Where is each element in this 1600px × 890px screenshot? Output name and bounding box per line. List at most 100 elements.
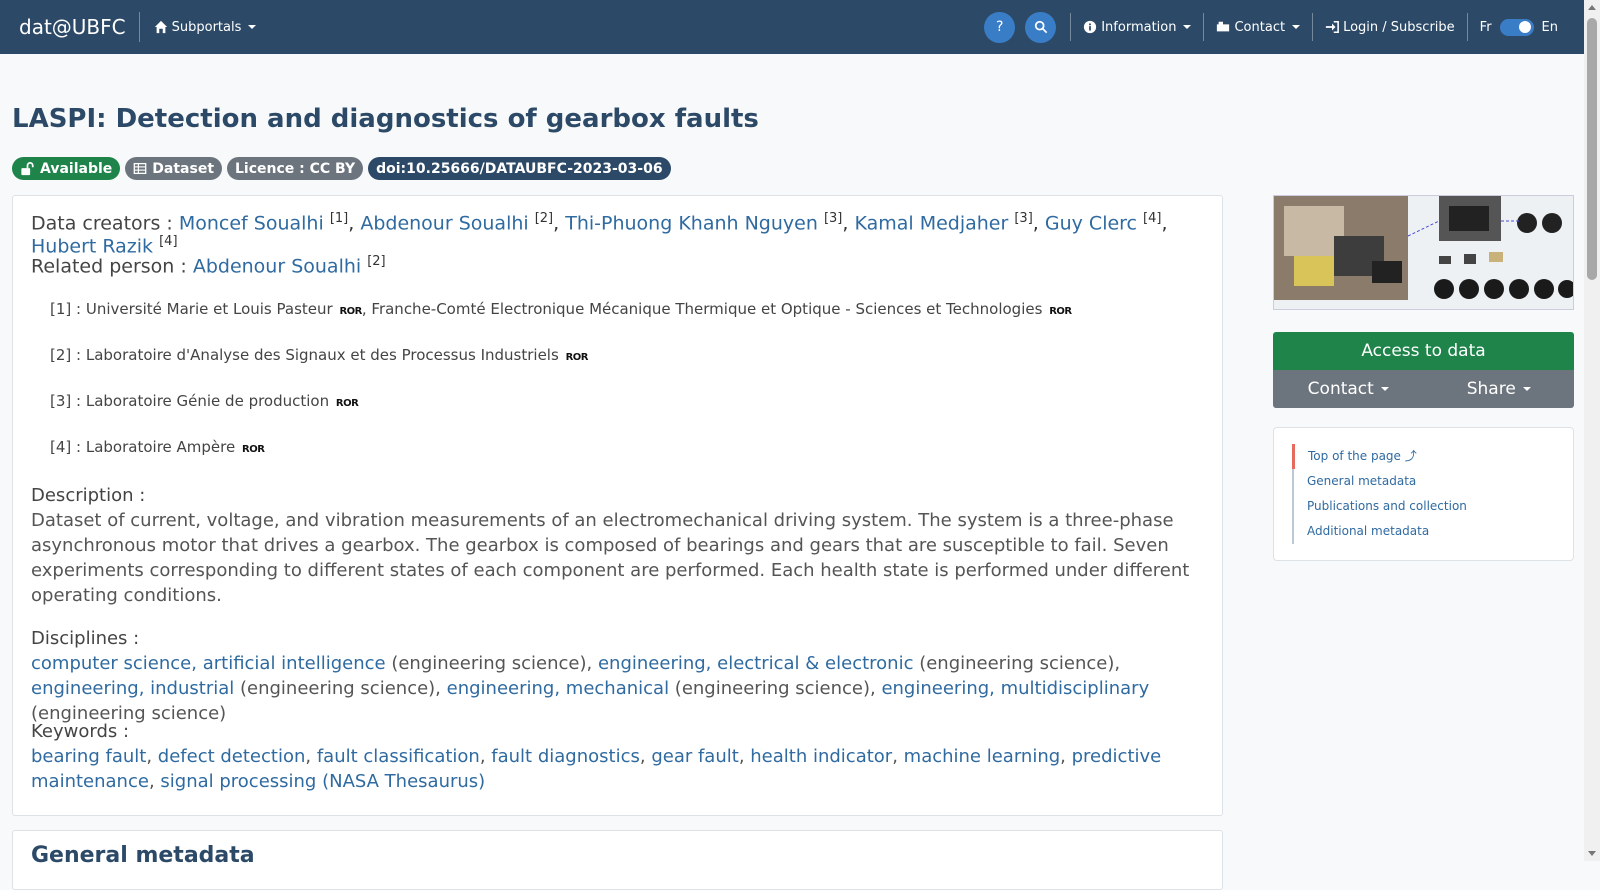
search-button[interactable] xyxy=(1025,11,1057,43)
section-heading: General metadata xyxy=(31,843,255,868)
creator-ref: [4] xyxy=(159,234,178,250)
licence-badge: Licence : CC BY xyxy=(227,157,364,180)
keyword-link[interactable]: bearing fault xyxy=(31,746,146,767)
separator: , xyxy=(1161,212,1168,235)
nav-divider xyxy=(1070,13,1072,41)
chevron-down-icon xyxy=(1292,25,1301,29)
help-icon: ? xyxy=(996,19,1004,35)
scroll-up-icon[interactable] xyxy=(1588,5,1596,10)
affiliation-name: Laboratoire Génie de production xyxy=(85,392,330,410)
discipline-link[interactable]: engineering, mechanical xyxy=(447,678,669,699)
ror-icon[interactable]: ROR xyxy=(336,398,359,409)
test-bench-image xyxy=(1274,196,1573,300)
available-badge: Available xyxy=(12,157,121,180)
scrollbar-thumb[interactable] xyxy=(1587,18,1597,280)
scroll-down-icon[interactable] xyxy=(1588,851,1596,856)
discipline-scope: (engineering science), xyxy=(385,653,598,674)
login-link[interactable]: Login / Subscribe xyxy=(1317,20,1463,35)
nav-divider xyxy=(1203,13,1205,41)
info-icon xyxy=(1084,20,1097,34)
discipline-link[interactable]: computer science, artificial intelligenc… xyxy=(31,653,386,674)
ror-icon[interactable]: ROR xyxy=(1049,306,1072,317)
related-person-row: Related person : Abdenour Soualhi [2] xyxy=(31,254,386,277)
creator-link[interactable]: Kamal Medjaher xyxy=(854,212,1008,234)
affiliation-ref: [4] : xyxy=(50,438,82,456)
site-brand[interactable]: dat@UBFC xyxy=(19,12,140,42)
subportals-menu[interactable]: Subportals xyxy=(154,20,257,35)
keyword-link[interactable]: health indicator xyxy=(750,746,892,767)
affiliation-name: Université Marie et Louis Pasteur xyxy=(85,300,333,318)
description-section: Description : Dataset of current, voltag… xyxy=(31,483,1201,608)
related-ref: [2] xyxy=(367,254,386,269)
affiliation-name: Laboratoire Ampère xyxy=(85,438,236,456)
affiliation-item: [2] : Laboratoire d'Analyse des Signaux … xyxy=(50,346,588,364)
toc-top-of-page[interactable]: Top of the page ⤴ xyxy=(1292,444,1467,469)
table-icon xyxy=(133,162,147,175)
lang-fr[interactable]: Fr xyxy=(1480,20,1492,35)
toc-label: Top of the page xyxy=(1308,449,1401,463)
creator-link[interactable]: Thi-Phuong Khanh Nguyen xyxy=(565,212,818,234)
available-label: Available xyxy=(40,160,113,177)
separator: , xyxy=(553,212,560,235)
contact-menu[interactable]: Contact xyxy=(1208,20,1308,35)
creator-link[interactable]: Moncef Soualhi xyxy=(179,212,324,234)
access-to-data-button[interactable]: Access to data xyxy=(1273,332,1574,370)
keyword-link[interactable]: signal processing (NASA Thesaurus) xyxy=(160,771,485,792)
contact-label: Contact xyxy=(1234,19,1286,35)
discipline-scope: (engineering science), xyxy=(234,678,447,699)
discipline-link[interactable]: engineering, electrical & electronic xyxy=(598,653,913,674)
keyword-link[interactable]: gear fault xyxy=(651,746,739,767)
keyword-link[interactable]: fault diagnostics xyxy=(491,746,640,767)
creator-link[interactable]: Guy Clerc xyxy=(1045,212,1137,234)
dataset-label: Dataset xyxy=(152,160,215,177)
description-label: Description : xyxy=(31,485,146,506)
summary-card: Data creators : Moncef Soualhi [1], Abde… xyxy=(12,195,1223,816)
affiliation-name: , Franche-Comté Electronique Mécanique T… xyxy=(361,300,1043,318)
search-icon xyxy=(1034,20,1048,34)
language-switch[interactable]: Fr En xyxy=(1480,18,1558,36)
disciplines-list: computer science, artificial intelligenc… xyxy=(31,651,1201,726)
keywords-section: Keywords : bearing fault, defect detecti… xyxy=(31,719,1201,794)
chevron-down-icon xyxy=(1380,387,1389,391)
creator-ref: [1] xyxy=(329,211,349,226)
subportals-label: Subportals xyxy=(171,19,242,35)
keyword-link[interactable]: defect detection xyxy=(158,746,306,767)
separator: , xyxy=(842,212,849,235)
page-scrollbar[interactable] xyxy=(1584,0,1600,861)
chevron-down-icon xyxy=(1522,387,1531,391)
toc-general-metadata[interactable]: General metadata xyxy=(1294,469,1467,494)
dataset-thumbnail[interactable] xyxy=(1273,195,1574,310)
contact-share-group: Contact Share xyxy=(1273,370,1574,408)
keywords-list: bearing fault, defect detection, fault c… xyxy=(31,746,1162,792)
login-label: Login / Subscribe xyxy=(1343,19,1455,35)
keyword-link[interactable]: fault classification xyxy=(317,746,480,767)
toc-list: Top of the page ⤴ General metadata Publi… xyxy=(1292,444,1467,544)
contact-button-label: Contact xyxy=(1307,379,1374,399)
lang-en[interactable]: En xyxy=(1542,20,1558,35)
table-of-contents: Top of the page ⤴ General metadata Publi… xyxy=(1273,427,1574,561)
creator-ref: [4] xyxy=(1143,211,1162,226)
ror-icon[interactable]: ROR xyxy=(339,306,362,317)
creator-link[interactable]: Abdenour Soualhi xyxy=(360,212,528,234)
keywords-label: Keywords : xyxy=(31,721,130,742)
contact-dropdown-button[interactable]: Contact xyxy=(1273,370,1424,408)
ror-icon[interactable]: ROR xyxy=(566,352,589,363)
related-label: Related person : xyxy=(31,255,187,278)
related-person-link[interactable]: Abdenour Soualhi xyxy=(193,255,361,277)
discipline-link[interactable]: engineering, multidisciplinary xyxy=(881,678,1149,699)
toc-additional-metadata[interactable]: Additional metadata xyxy=(1294,519,1467,544)
doi-badge[interactable]: doi:10.25666/DATAUBFC-2023-03-06 xyxy=(368,157,671,180)
nav-divider xyxy=(1466,13,1468,41)
discipline-link[interactable]: engineering, industrial xyxy=(31,678,234,699)
home-icon xyxy=(154,20,167,34)
help-button[interactable]: ? xyxy=(984,11,1016,43)
language-toggle[interactable] xyxy=(1499,18,1534,36)
disciplines-label: Disciplines : xyxy=(31,628,140,649)
keyword-link[interactable]: machine learning xyxy=(904,746,1061,767)
ror-icon[interactable]: ROR xyxy=(242,444,265,455)
affiliation-item: [1] : Université Marie et Louis Pasteur … xyxy=(50,300,1072,318)
description-text: Dataset of current, voltage, and vibrati… xyxy=(31,510,1190,606)
information-menu[interactable]: Information xyxy=(1075,20,1199,35)
share-dropdown-button[interactable]: Share xyxy=(1424,370,1575,408)
toc-publications[interactable]: Publications and collection xyxy=(1294,494,1467,519)
